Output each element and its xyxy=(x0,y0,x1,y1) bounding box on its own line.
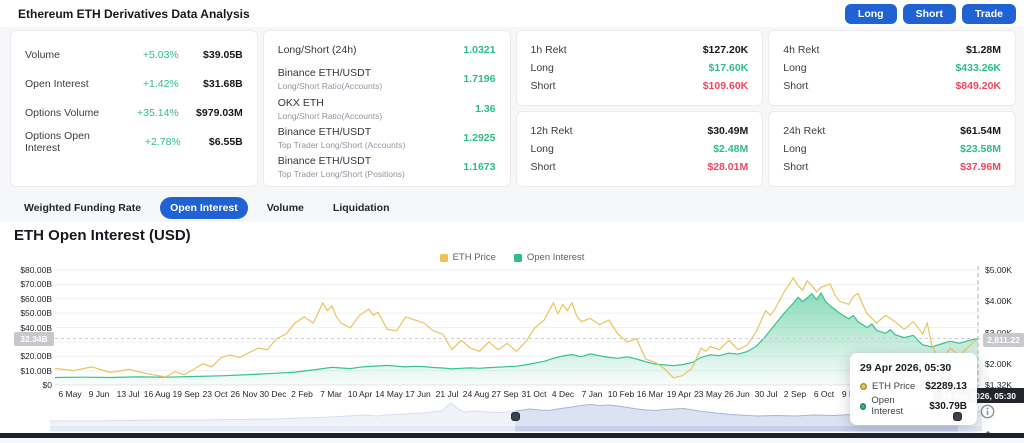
left-axis-tick: $80.00B xyxy=(20,265,52,275)
tooltip-series-label: ETH Price xyxy=(872,381,916,392)
x-axis-tick: 23 Oct xyxy=(202,389,228,399)
x-axis-tick: 23 May xyxy=(694,389,722,399)
x-axis-tick: 19 Apr xyxy=(666,389,692,399)
app-root: Ethereum ETH Derivatives Data Analysis L… xyxy=(0,0,1024,438)
x-axis-tick: 16 Aug xyxy=(143,389,171,399)
tooltip-series-dot-icon xyxy=(860,402,867,410)
x-axis-tick: 24 Aug xyxy=(462,389,490,399)
tooltip-series-dot-icon xyxy=(860,383,867,390)
x-axis-tick: 19 Sep xyxy=(172,389,200,399)
navigator-handle-right[interactable] xyxy=(953,412,963,421)
x-axis-tick: 2 Feb xyxy=(291,389,313,399)
x-axis-tick: 30 Dec xyxy=(259,389,287,399)
x-axis-tick: 16 Mar xyxy=(636,389,664,399)
x-axis-tick: 6 May xyxy=(58,389,82,399)
left-axis-tick: $0 xyxy=(42,380,52,390)
x-axis-tick: 17 Jun xyxy=(405,389,431,399)
bottom-bar xyxy=(0,433,1024,438)
chevron-up-icon[interactable] xyxy=(982,425,994,438)
right-axis-tick: $2.00K xyxy=(985,358,1012,369)
chart-series xyxy=(54,276,979,385)
left-axis-tick: $60.00B xyxy=(20,293,52,304)
open-interest-current-badge: 32.34B xyxy=(14,332,54,346)
x-axis-tick: 27 Sep xyxy=(491,389,519,399)
x-axis-tick: 31 Oct xyxy=(521,389,547,399)
x-axis-tick: 10 Feb xyxy=(607,389,635,399)
x-axis-tick: 2 Sep xyxy=(783,389,807,399)
x-axis-tick: 21 Jul xyxy=(435,389,459,399)
x-axis-tick: 9 Jun xyxy=(88,389,110,399)
tooltip-series-label: Open Interest xyxy=(871,395,904,417)
x-axis-tick: 30 Jul xyxy=(754,389,778,399)
navigator-mask-left xyxy=(50,402,516,432)
x-axis-tick: 14 May xyxy=(375,389,403,399)
left-axis-tick: $20.00B xyxy=(20,351,52,362)
x-axis-tick: 10 Apr xyxy=(347,389,373,399)
tooltip-rows: ETH Price $2289.13 Open Interest $30.79B xyxy=(860,381,967,417)
x-axis-tick: 26 Jun xyxy=(724,389,750,399)
navigator-handle-left[interactable] xyxy=(510,412,520,421)
tooltip-row: ETH Price $2289.13 xyxy=(860,381,967,392)
tooltip-row: Open Interest $30.79B xyxy=(860,395,967,417)
right-axis-tick: $5.00K xyxy=(985,265,1012,275)
x-axis-tick: 26 Nov xyxy=(230,389,258,399)
x-axis-tick: 6 Oct xyxy=(813,389,835,399)
eth-price-current-badge: 2,811.22 xyxy=(983,333,1024,347)
x-axis-tick: 7 Mar xyxy=(320,389,342,399)
tooltip-series-value: $30.79B xyxy=(929,400,967,412)
right-axis-tick: $4.00K xyxy=(985,296,1012,307)
tooltip-timestamp: 29 Apr 2026, 05:30 xyxy=(860,362,952,374)
left-axis-tick: $50.00B xyxy=(20,308,52,319)
left-axis-tick: $10.00B xyxy=(20,365,52,376)
tooltip-series-value: $2289.13 xyxy=(925,381,967,392)
x-axis-tick: 4 Dec xyxy=(551,389,575,399)
left-axis-tick: $40.00B xyxy=(20,322,52,333)
info-circle-icon[interactable] xyxy=(980,404,995,419)
x-axis-tick: 13 Jul xyxy=(116,389,140,399)
left-axis-tick: $70.00B xyxy=(20,279,52,290)
x-axis-tick: 7 Jan xyxy=(581,389,603,399)
